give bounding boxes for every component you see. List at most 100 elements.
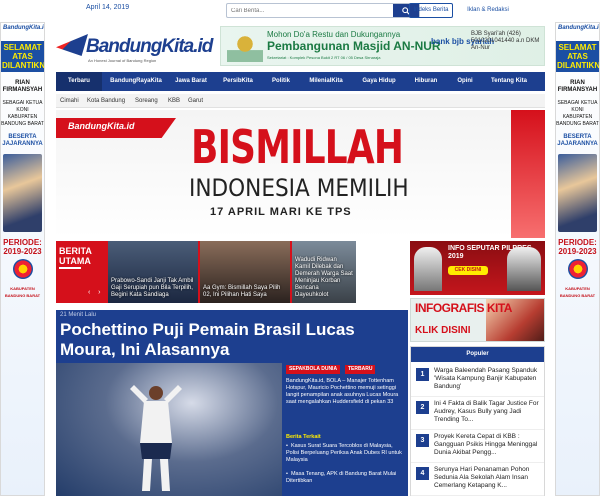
side-ad-extra: BESERTA JAJARANNYA: [557, 134, 598, 147]
populer-item[interactable]: 2 Ini 4 Fakta di Balik Tagar Justice For…: [411, 397, 544, 430]
logo-mark-icon: [56, 34, 88, 56]
top-bar: April 14, 2019 Indeks Berita Iklan & Red…: [56, 0, 545, 20]
header-banner-ad[interactable]: Mohon Do'a Restu dan Dukungannya Pembang…: [220, 26, 545, 66]
side-ad-name: RIAN FIRMANSYAH: [557, 80, 598, 93]
populer-item-title: Ini 4 Fakta di Balik Tagar Justice For A…: [434, 400, 539, 423]
chevron-right-icon[interactable]: ›: [98, 289, 100, 296]
infografis-ad-title: INFOGRAFIS KITA: [415, 301, 512, 315]
nav-item-hiburan[interactable]: Hiburan: [406, 72, 446, 91]
berita-utama-label-line1: BERITA: [59, 246, 92, 256]
hero-banner[interactable]: BandungKita.id BISMILLAH INDONESIA MEMIL…: [56, 110, 545, 238]
related-link[interactable]: Kasus Surat Suara Tercoblos di Malaysia,…: [286, 443, 404, 464]
side-ad-photo: [3, 154, 42, 232]
indeks-berita-button[interactable]: Indeks Berita: [409, 3, 453, 18]
current-date: April 14, 2019: [86, 4, 130, 11]
berita-utama-card[interactable]: Wadudi Ridwan Kamil Dilebak dan Demerah …: [292, 241, 356, 303]
berita-utama-label-line2: UTAMA: [59, 256, 91, 266]
card-caption: Aa Gym: Bismillah Saya Pilih 02, Ini Pil…: [203, 285, 281, 298]
side-ad-headline: SELAMAT ATAS DILANTIKNYA: [556, 41, 600, 72]
site-logo[interactable]: BandungKita.id An Honest Journal of Band…: [56, 28, 216, 64]
side-ad-role: SEBAGAI KETUA KONI KABUPATEN BANDUNG BAR…: [556, 100, 599, 127]
rank-badge: 4: [416, 467, 429, 480]
nav-item-tentang-kita[interactable]: Tentang Kita: [484, 72, 534, 91]
berita-utama-label: BERITA UTAMA: [59, 246, 92, 266]
subnav-item-kbb[interactable]: KBB: [168, 94, 180, 108]
side-ad-org: KABUPATEN BANDUNG BARAT: [4, 286, 41, 298]
hero-headline: BISMILLAH: [191, 120, 404, 174]
pilpres-ad[interactable]: INFO SEPUTAR PILPRES 2019 CEK DISINI: [410, 241, 545, 295]
rank-badge: 1: [416, 368, 429, 381]
side-ad-photo: [558, 154, 597, 232]
article-title[interactable]: Pochettino Puji Pemain Brasil Lucas Mour…: [60, 320, 404, 360]
main-nav: Terbaru BandungRayaKita Jawa Barat Persi…: [56, 72, 545, 91]
banner-ad-line2: Pembangunan Masjid AN-NUR: [267, 39, 441, 53]
right-side-ad[interactable]: BandungKita.id SELAMAT ATAS DILANTIKNYA …: [555, 22, 600, 496]
populer-widget: Populer 1 Warga Baleendah Pasang Spanduk…: [410, 346, 545, 496]
chevron-left-icon[interactable]: ‹: [88, 289, 90, 296]
hero-tagline: 17 APRIL MARI KE TPS: [210, 206, 352, 218]
candidate-photo: [414, 247, 442, 291]
iklan-redaksi-link[interactable]: Iklan & Redaksi: [458, 3, 518, 18]
side-ad-org: KABUPATEN BANDUNG BARAT: [559, 286, 596, 298]
nav-item-terbaru[interactable]: Terbaru: [56, 72, 102, 91]
logo-tagline: An Honest Journal of Bandung Region: [88, 58, 157, 63]
nav-item-persibkita[interactable]: PersibKita: [216, 72, 260, 91]
infografis-ad-cta: KLIK DISINI: [415, 325, 471, 336]
hero-logo-text: BandungKita.id: [68, 121, 135, 131]
side-ad-periode: PERIODE: 2019-2023: [558, 238, 597, 256]
related-link[interactable]: Masa Tenang, APK di Bandung Barat Mulai …: [286, 471, 404, 485]
mosque-icon: [227, 32, 263, 62]
populer-item-title: Proyek Kereta Cepat di KBB : Gangguan Ps…: [434, 433, 538, 456]
nav-item-milenialkita[interactable]: MilenialKita: [300, 72, 352, 91]
infografis-ad[interactable]: INFOGRAFIS KITA KLIK DISINI: [410, 298, 545, 342]
banner-ad-account: BJB Syari'ah (426) 5010201041440 a.n DKM…: [471, 31, 540, 51]
side-ad-extra: BESERTA JAJARANNYA: [2, 134, 43, 147]
berita-utama-arrows: ‹ ›: [88, 289, 100, 296]
sub-nav: Cimahi Kota Bandung Soreang KBB Garut: [56, 94, 545, 108]
subnav-item-cimahi[interactable]: Cimahi: [60, 94, 79, 108]
populer-item[interactable]: 4 Serunya Hari Penanaman Pohon Sedunia A…: [411, 463, 544, 496]
side-ad-name: RIAN FIRMANSYAH: [2, 80, 43, 93]
hero-red-accent: [511, 110, 545, 238]
card-caption: Wadudi Ridwan Kamil Dilebak dan Demerah …: [295, 257, 353, 298]
populer-item[interactable]: 3 Proyek Kereta Cepat di KBB : Gangguan …: [411, 430, 544, 463]
populer-heading: Populer: [411, 347, 544, 362]
banner-ad-line3: Sekretariat : Komplek Pesona Bukit 2 RT …: [267, 55, 381, 60]
nav-item-opini[interactable]: Opini: [449, 72, 481, 91]
article-timestamp: 21 Menit Lalu: [60, 312, 97, 318]
populer-item[interactable]: 1 Warga Baleendah Pasang Spanduk 'Wisata…: [411, 364, 544, 397]
article-tag[interactable]: TERBARU: [345, 365, 376, 374]
side-ad-role: SEBAGAI KETUA KONI KABUPATEN BANDUNG BAR…: [1, 100, 44, 127]
hero-subheadline: INDONESIA MEMILIH: [189, 174, 409, 202]
article-tag[interactable]: SEPAKBOLA DUNIA: [286, 365, 341, 374]
pilpres-ad-button[interactable]: CEK DISINI: [448, 266, 488, 275]
populer-item-title: Serunya Hari Penanaman Pohon Sedunia Ala…: [434, 466, 530, 489]
side-ad-brand: BandungKita.id: [3, 25, 45, 31]
football-player-image: [130, 385, 182, 491]
left-side-ad[interactable]: BandungKita.id SELAMAT ATAS DILANTIKNYA …: [0, 22, 45, 496]
nav-item-jawa-barat[interactable]: Jawa Barat: [169, 72, 213, 91]
rank-badge: 3: [416, 434, 429, 447]
subnav-item-kota-bandung[interactable]: Kota Bandung: [87, 94, 125, 108]
side-ad-brand: BandungKita.id: [558, 25, 600, 31]
berita-utama-card[interactable]: Aa Gym: Bismillah Saya Pilih 02, Ini Pil…: [200, 241, 290, 303]
subnav-item-garut[interactable]: Garut: [188, 94, 203, 108]
article-body: SEPAKBOLA DUNIA TERBARU BandungKita.id, …: [283, 363, 408, 496]
berita-utama-card[interactable]: Prabowo-Sandi Janji Tak Ambil Gaji Serup…: [108, 241, 198, 303]
logo-text: BandungKita.id: [86, 36, 213, 57]
search-box[interactable]: [226, 3, 420, 18]
side-ad-periode: PERIODE: 2019-2023: [3, 238, 42, 256]
article-image[interactable]: [56, 363, 282, 496]
related-heading: Berita Terkait: [286, 434, 321, 440]
nav-item-bandungrayakita[interactable]: BandungRayaKita: [104, 72, 168, 91]
side-ad-headline: SELAMAT ATAS DILANTIKNYA: [1, 41, 45, 72]
banner-ad-line1: Mohon Do'a Restu dan Dukungannya: [267, 30, 401, 39]
nav-item-politik[interactable]: Politik: [263, 72, 299, 91]
rank-badge: 2: [416, 401, 429, 414]
subnav-item-soreang[interactable]: Soreang: [135, 94, 158, 108]
search-input[interactable]: [231, 6, 391, 16]
card-caption: Prabowo-Sandi Janji Tak Ambil Gaji Serup…: [111, 278, 194, 298]
site-header: BandungKita.id An Honest Journal of Band…: [56, 22, 545, 68]
berita-utama-strip: BERITA UTAMA ‹ › Prabowo-Sandi Janji Tak…: [56, 241, 356, 303]
nav-item-gaya-hidup[interactable]: Gaya Hidup: [356, 72, 402, 91]
